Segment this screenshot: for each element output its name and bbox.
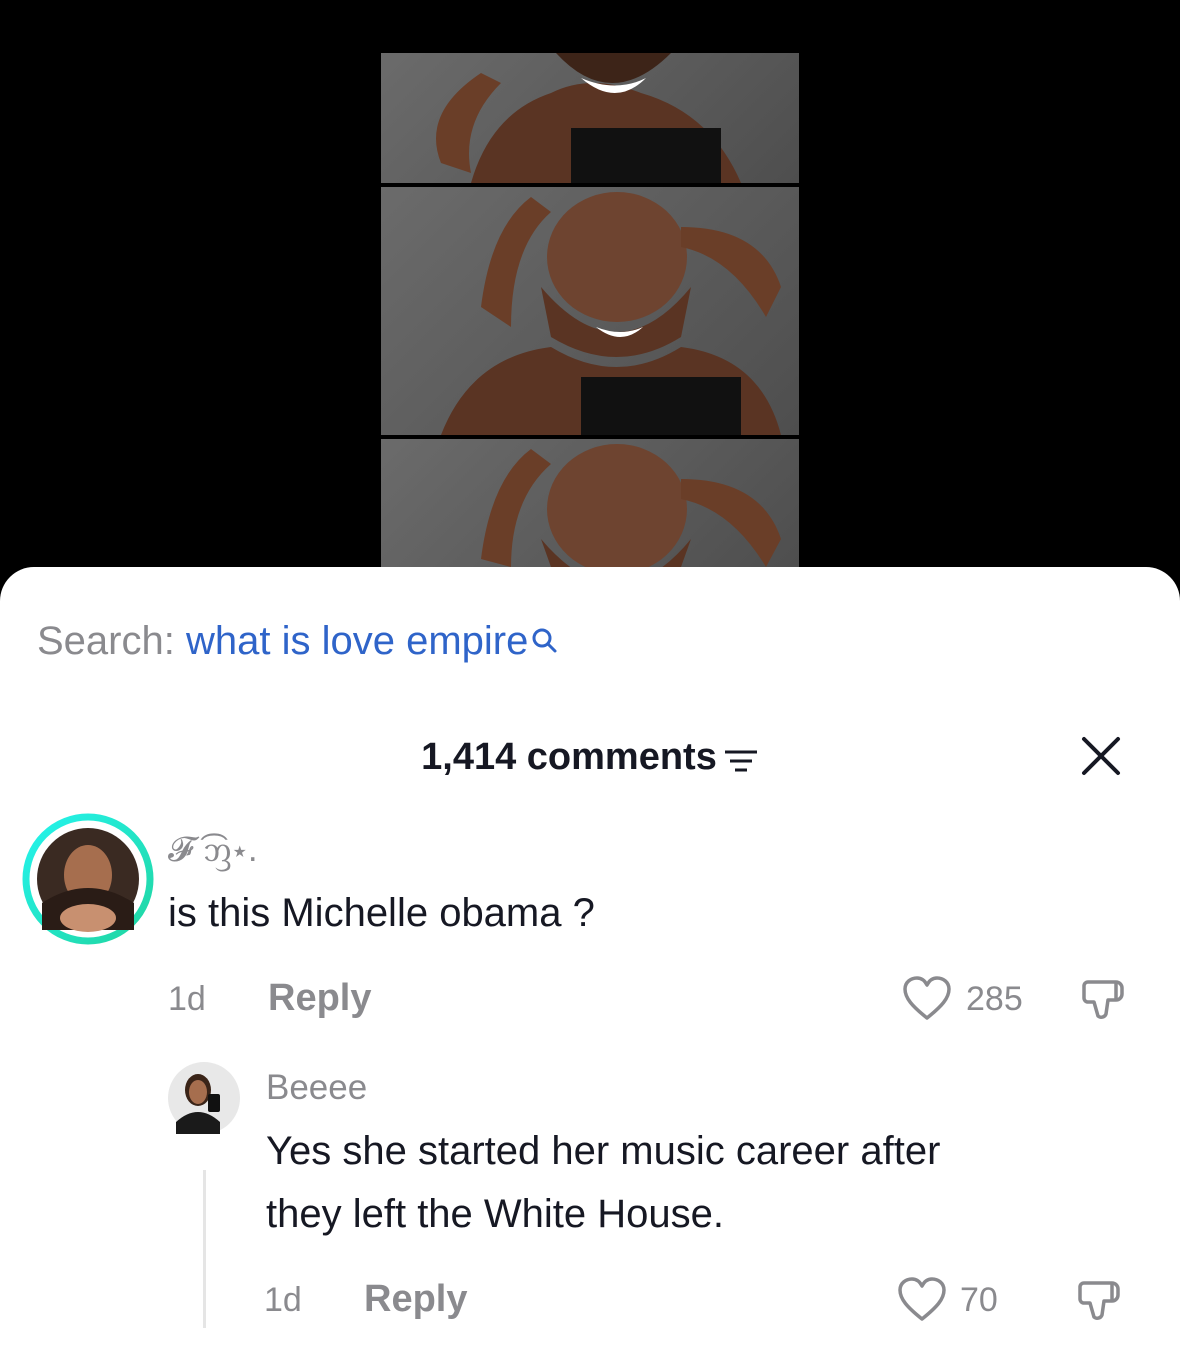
comment-text: is this Michelle obama ? [168, 891, 595, 935]
dislike-icon [1082, 980, 1124, 1019]
search-prefix: Search: [37, 619, 186, 663]
video-frame-top [381, 53, 799, 183]
like-button[interactable] [902, 976, 952, 1022]
comment-text-line-1: Yes she started her music career after [266, 1129, 941, 1173]
like-count: 285 [966, 980, 1023, 1018]
heart-icon [898, 1277, 946, 1321]
heart-icon [903, 976, 951, 1020]
reply-button[interactable]: Reply [364, 1278, 467, 1321]
comment-age: 1d [264, 1281, 302, 1319]
avatar[interactable] [168, 1062, 240, 1134]
sort-icon[interactable] [723, 742, 759, 772]
dislike-icon [1078, 1281, 1120, 1320]
close-button[interactable] [1078, 733, 1124, 779]
avatar-story-ring[interactable] [22, 813, 154, 945]
comment-username[interactable]: 𝓕 ͡ᦀ⋆. [168, 830, 258, 872]
comments-header: 1,414 comments [0, 733, 1180, 779]
like-count: 70 [960, 1281, 998, 1319]
thread-line [203, 1170, 206, 1328]
dislike-button[interactable] [1076, 1275, 1126, 1325]
comment-username[interactable]: Beeee [266, 1068, 367, 1108]
comment-count: 1,414 comments [421, 735, 717, 778]
video-frame-bottom [381, 439, 799, 567]
like-button[interactable] [897, 1277, 947, 1323]
search-suggestion[interactable]: Search: what is love empire [37, 617, 560, 665]
video-frame-middle [381, 187, 799, 435]
reply-button[interactable]: Reply [268, 977, 371, 1020]
close-icon [1082, 737, 1120, 775]
video-player[interactable] [0, 0, 1180, 620]
search-icon[interactable] [530, 619, 560, 653]
dislike-button[interactable] [1080, 974, 1130, 1024]
comment-age: 1d [168, 980, 206, 1018]
comment-text-line-2: they left the White House. [266, 1192, 725, 1236]
search-query-link[interactable]: what is love empire [186, 619, 528, 663]
